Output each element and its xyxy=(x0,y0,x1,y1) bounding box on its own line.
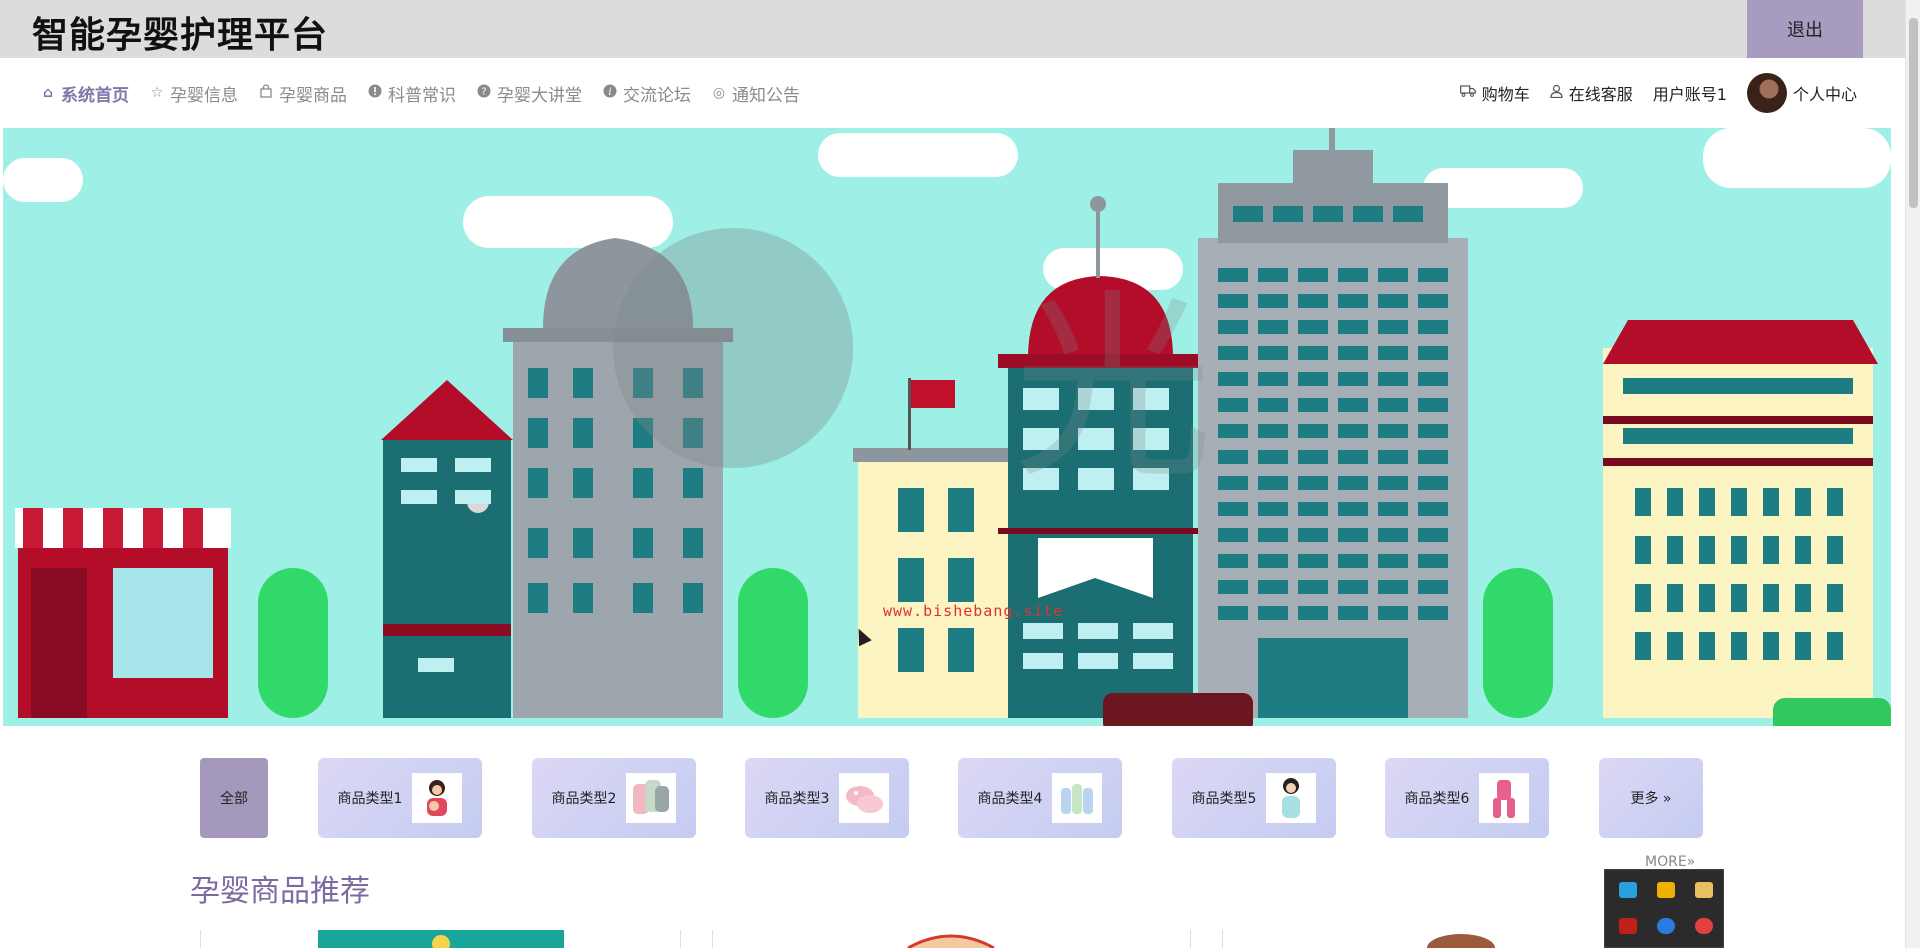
cloud-icon[interactable] xyxy=(1657,918,1675,934)
nav-item-label: 孕婴商品 xyxy=(279,85,347,106)
record-icon[interactable] xyxy=(1695,918,1713,934)
nav-item-science[interactable]: 科普常识 xyxy=(367,81,456,106)
category-card-2[interactable]: 商品类型2 xyxy=(532,758,696,838)
nav-item-notice[interactable]: ◎ 通知公告 xyxy=(711,81,800,106)
main-nav: ⌂ 系统首页 ☆ 孕婴信息 孕婴商品 科普常识 ? 孕婴大讲堂 i 交流论坛 ◎… xyxy=(0,58,1905,128)
category-label: 商品类型3 xyxy=(764,791,830,807)
nav-item-info[interactable]: ☆ 孕婴信息 xyxy=(149,81,238,106)
more-link[interactable]: MORE» xyxy=(1645,854,1695,870)
nav-item-label: 通知公告 xyxy=(732,85,800,106)
category-card-6[interactable]: 商品类型6 xyxy=(1385,758,1549,838)
nav-item-label: 科普常识 xyxy=(388,85,456,106)
nav-user-area: 购物车 在线客服 用户账号1 个人中心 xyxy=(1459,58,1857,128)
telegram-icon[interactable] xyxy=(1619,882,1637,898)
city-illustration: 光 xyxy=(3,128,1891,726)
hero-banner[interactable]: 光 www.bishebang.site xyxy=(3,128,1891,726)
product-card-border xyxy=(680,930,681,948)
category-more-button[interactable]: 更多 » xyxy=(1599,758,1703,838)
category-card-5[interactable]: 商品类型5 xyxy=(1172,758,1336,838)
nav-item-label: 孕婴信息 xyxy=(170,85,238,106)
nav-item-label: 孕婴大讲堂 xyxy=(497,85,582,106)
personal-center-label: 个人中心 xyxy=(1792,85,1857,104)
cart-label: 购物车 xyxy=(1481,85,1530,104)
folder-icon[interactable] xyxy=(1695,882,1713,898)
user-icon xyxy=(1550,84,1563,102)
system-tray-popup xyxy=(1604,869,1724,948)
category-card-1[interactable]: 商品类型1 xyxy=(318,758,482,838)
svg-text:?: ? xyxy=(481,87,486,98)
category-thumbnail xyxy=(412,773,463,823)
nav-item-home[interactable]: ⌂ 系统首页 xyxy=(40,81,129,106)
online-service-link[interactable]: 在线客服 xyxy=(1550,81,1633,105)
section-title: 孕婴商品推荐 xyxy=(190,874,370,909)
home-icon: ⌂ xyxy=(42,85,54,101)
nav-item-label: 交流论坛 xyxy=(623,85,691,106)
truck-icon xyxy=(1459,85,1476,101)
page: 智能孕婴护理平台 退出 ⌂ 系统首页 ☆ 孕婴信息 孕婴商品 科普常识 ? 孕婴… xyxy=(0,0,1920,948)
account-name[interactable]: 用户账号1 xyxy=(1653,81,1727,105)
cart-link[interactable]: 购物车 xyxy=(1459,81,1530,105)
page-scrollbar[interactable] xyxy=(1905,0,1920,948)
nav-item-label: 系统首页 xyxy=(61,85,129,106)
personal-center-link[interactable]: 个人中心 xyxy=(1746,73,1857,113)
service-label: 在线客服 xyxy=(1568,85,1633,104)
question-icon: ? xyxy=(476,84,492,102)
category-thumbnail xyxy=(839,773,890,823)
category-thumbnail xyxy=(1479,773,1530,823)
category-label: 商品类型5 xyxy=(1191,791,1257,807)
category-label: 商品类型2 xyxy=(551,791,617,807)
nav-item-forum[interactable]: i 交流论坛 xyxy=(602,81,691,106)
nav-menu: ⌂ 系统首页 ☆ 孕婴信息 孕婴商品 科普常识 ? 孕婴大讲堂 i 交流论坛 ◎… xyxy=(40,58,800,128)
svg-text:光: 光 xyxy=(1013,273,1213,506)
info-icon: i xyxy=(602,84,618,102)
alert-icon xyxy=(367,84,383,102)
filezilla-icon[interactable] xyxy=(1619,918,1637,934)
category-all[interactable]: 全部 xyxy=(200,758,268,838)
category-card-3[interactable]: 商品类型3 xyxy=(745,758,909,838)
category-thumbnail xyxy=(1266,773,1317,823)
logout-button[interactable]: 退出 xyxy=(1747,0,1863,58)
site-title: 智能孕婴护理平台 xyxy=(32,15,329,56)
bag-icon xyxy=(258,84,274,102)
product-card-border xyxy=(712,930,713,948)
star-icon: ☆ xyxy=(150,85,164,101)
category-label: 商品类型4 xyxy=(977,791,1043,807)
category-thumbnail xyxy=(1052,773,1103,823)
nav-item-products[interactable]: 孕婴商品 xyxy=(258,81,347,106)
category-card-4[interactable]: 商品类型4 xyxy=(958,758,1122,838)
avatar xyxy=(1746,73,1787,113)
category-label: 商品类型6 xyxy=(1404,791,1470,807)
product-image[interactable] xyxy=(1338,930,1584,948)
top-header: 智能孕婴护理平台 退出 xyxy=(0,0,1905,58)
product-list xyxy=(200,930,1700,948)
account-label: 用户账号1 xyxy=(1652,85,1727,104)
category-thumbnail xyxy=(626,773,677,823)
product-image[interactable] xyxy=(828,930,1074,948)
notice-icon: ◎ xyxy=(712,85,726,101)
product-image[interactable] xyxy=(318,930,564,948)
nav-item-lecture[interactable]: ? 孕婴大讲堂 xyxy=(476,81,582,106)
product-card-border xyxy=(1222,930,1223,948)
svg-text:i: i xyxy=(608,87,611,98)
product-card-border xyxy=(1190,930,1191,948)
product-card-border xyxy=(200,930,201,948)
watermark-text: www.bishebang.site xyxy=(883,602,1064,620)
scrollbar-thumb[interactable] xyxy=(1909,18,1918,208)
category-label: 商品类型1 xyxy=(337,791,403,807)
shield-icon[interactable] xyxy=(1657,882,1675,898)
